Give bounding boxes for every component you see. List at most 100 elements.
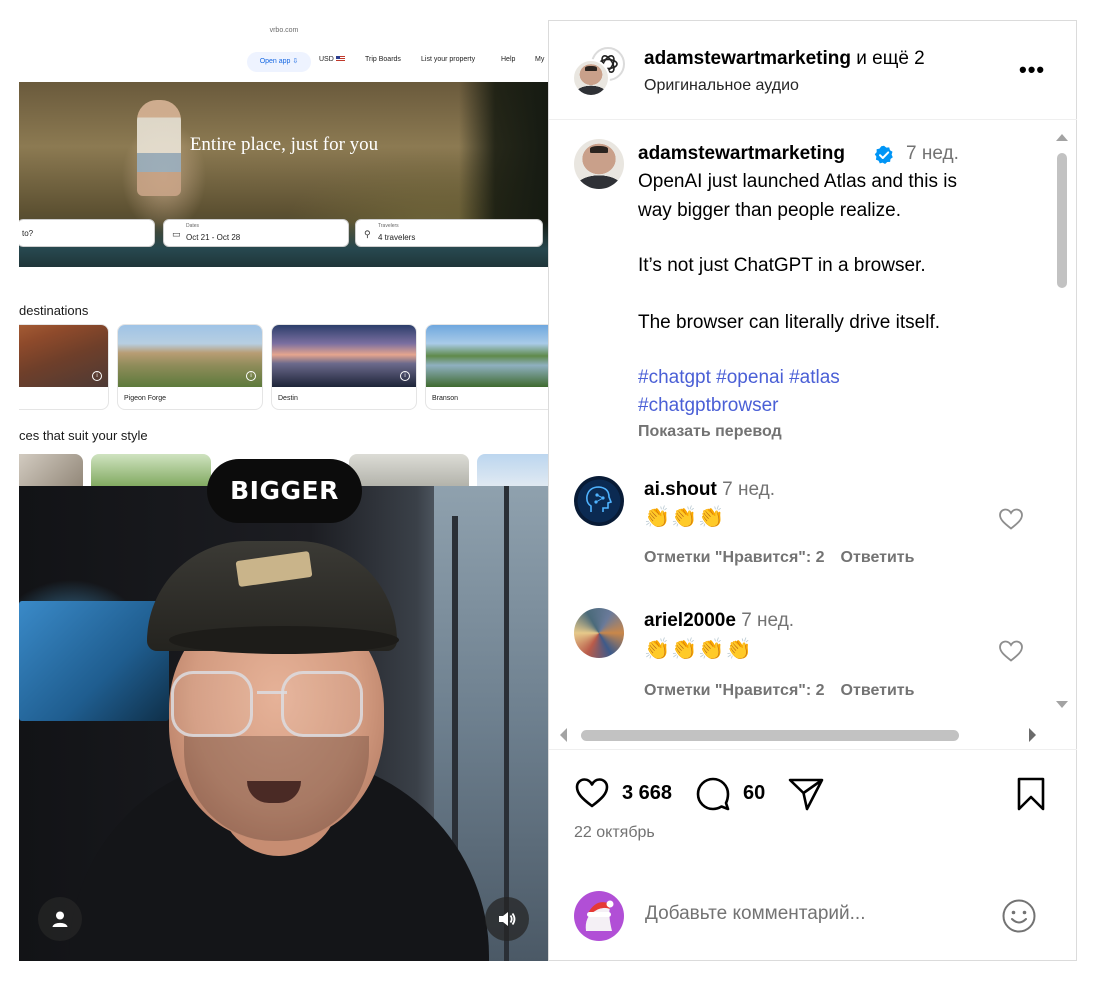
us-flag-icon (335, 56, 345, 63)
vrbo-destinations-heading: destinations (19, 303, 89, 318)
comment-username[interactable]: ariel2000e 7 нед. (644, 610, 794, 632)
comment-avatar[interactable] (574, 608, 624, 658)
comment-reply-button[interactable]: Ответить (841, 549, 915, 566)
ai-head-icon (586, 486, 613, 512)
comment-text: 👏👏👏👏 (644, 638, 753, 661)
info-icon: i (246, 371, 256, 381)
vrbo-hero-title: Entire place, just for you (189, 134, 379, 155)
vrbo-destination-card: i Destin (271, 324, 417, 410)
original-audio-link[interactable]: Оригинальное аудио (644, 77, 799, 95)
vrbo-style-card (349, 454, 469, 486)
comments-scroll-area[interactable]: adamstewartmarketing 7 нед. OpenAI just … (549, 121, 1077, 749)
add-comment-input[interactable]: Добавьте комментарий... (645, 903, 865, 925)
comment-meta: Отметки "Нравится": 2 Ответить (644, 682, 914, 700)
scroll-down-arrow-icon[interactable] (1054, 699, 1070, 711)
comment-bubble-icon[interactable] (695, 776, 731, 812)
vrbo-where-field: to? (19, 219, 155, 247)
info-icon: i (92, 371, 102, 381)
monitor-background (19, 601, 169, 721)
comments-count[interactable]: 60 (743, 782, 765, 805)
scroll-left-arrow-icon[interactable] (557, 726, 569, 744)
vrbo-open-app-button: Open app ⇩ (247, 52, 311, 72)
horizontal-scrollbar-thumb[interactable] (581, 730, 959, 741)
caption-line: way bigger than people realize. (638, 200, 902, 221)
post-panel: adamstewartmarketing и ещё 2 Оригинально… (549, 20, 1077, 961)
vrbo-my: My (535, 56, 545, 63)
vrbo-style-card (477, 454, 548, 486)
caption-line: It’s not just ChatGPT in a browser. (638, 255, 926, 276)
glasses-left-lens (171, 671, 253, 737)
comment-time[interactable]: 7 нед. (741, 610, 794, 631)
destination-name: Branson (432, 395, 459, 402)
caption-author-avatar[interactable] (574, 139, 624, 189)
vrbo-dates-field: ▭ Dates Oct 21 - Oct 28 (163, 219, 349, 247)
vrbo-travelers-field: ⚲ Travelers 4 travelers (355, 219, 543, 247)
post-authors-more[interactable]: и ещё 2 (851, 48, 925, 69)
vrbo-dates-label: Dates (186, 223, 200, 229)
comment-username-text[interactable]: ai.shout (644, 479, 717, 500)
vrbo-screen-recording: vrbo.com Open app ⇩ USD Trip Boards List… (19, 20, 548, 486)
vrbo-url: vrbo.com (269, 27, 299, 34)
vrbo-currency-label: USD (319, 56, 334, 63)
caption-line: The browser can literally drive itself. (638, 312, 940, 333)
comment-time[interactable]: 7 нед. (722, 479, 775, 500)
video-caption-overlay: BIGGER (207, 459, 362, 523)
vrbo-style-card (91, 454, 211, 486)
vrbo-style-card (19, 454, 83, 486)
caption-hashtags[interactable]: #chatgptbrowser (638, 395, 778, 417)
save-bookmark-icon[interactable] (1015, 776, 1047, 812)
person-icon: ⚲ (364, 229, 371, 239)
comment-username[interactable]: ai.shout 7 нед. (644, 479, 775, 501)
vrbo-open-app-label: Open app (259, 58, 291, 65)
caption-hashtags[interactable]: #chatgpt #openai #atlas (638, 367, 840, 389)
glasses-bridge (257, 691, 287, 694)
webcam-footage (19, 486, 548, 961)
vrbo-style-heading: ces that suit your style (19, 428, 148, 443)
vertical-scrollbar-thumb[interactable] (1057, 153, 1067, 288)
comment-avatar[interactable] (574, 476, 624, 526)
caption-time[interactable]: 7 нед. (906, 143, 959, 165)
vrbo-destination-card: Branson (425, 324, 548, 410)
share-send-icon[interactable] (787, 776, 825, 812)
vrbo-nav: Open app ⇩ USD Trip Boards List your pro… (19, 48, 548, 78)
info-icon: i (400, 371, 410, 381)
comment-like-heart-icon[interactable] (998, 639, 1024, 663)
likes-count[interactable]: 3 668 (622, 782, 672, 805)
caption-line: OpenAI just launched Atlas and this is (638, 171, 957, 192)
more-options-button[interactable]: ••• (1019, 57, 1045, 83)
vrbo-dates-value: Oct 21 - Oct 28 (186, 233, 241, 242)
like-heart-icon[interactable] (574, 776, 610, 810)
destination-image (118, 325, 262, 387)
author-avatar[interactable] (572, 59, 610, 97)
comment-username-text[interactable]: ariel2000e (644, 610, 736, 631)
comment-likes[interactable]: Отметки "Нравится": 2 (644, 682, 825, 699)
emoji-picker-icon[interactable] (1001, 898, 1037, 934)
sound-toggle-button[interactable] (485, 897, 529, 941)
post-author-username[interactable]: adamstewartmarketing (644, 48, 851, 69)
comment-text: 👏👏👏 (644, 506, 726, 529)
post-date[interactable]: 22 октябрь (574, 824, 655, 842)
vrbo-destination-card: i (19, 324, 109, 410)
download-icon: ⇩ (292, 58, 299, 65)
comment-like-heart-icon[interactable] (998, 507, 1024, 531)
vrbo-where-value: to? (22, 229, 34, 238)
caption-username[interactable]: adamstewartmarketing (638, 143, 845, 165)
scroll-right-arrow-icon[interactable] (1027, 726, 1039, 744)
presenter-cap-brim (169, 626, 399, 654)
santa-hat-avatar-icon (585, 900, 614, 931)
current-user-avatar[interactable] (574, 891, 624, 941)
comment-meta: Отметки "Нравится": 2 Ответить (644, 549, 914, 567)
verified-badge-icon (874, 145, 893, 164)
calendar-icon: ▭ (172, 229, 181, 239)
post-header: adamstewartmarketing и ещё 2 Оригинально… (549, 21, 1077, 120)
scroll-up-arrow-icon[interactable] (1054, 131, 1070, 143)
horizontal-scrollbar[interactable] (557, 726, 1047, 744)
reel-video[interactable]: vrbo.com Open app ⇩ USD Trip Boards List… (19, 20, 549, 961)
comment-likes[interactable]: Отметки "Нравится": 2 (644, 549, 825, 566)
destination-image (272, 325, 416, 387)
comment-reply-button[interactable]: Ответить (841, 682, 915, 699)
vertical-scrollbar[interactable] (1054, 131, 1070, 711)
show-translation-button[interactable]: Показать перевод (638, 423, 782, 441)
profile-tag-button[interactable] (38, 897, 82, 941)
post-authors[interactable]: adamstewartmarketing и ещё 2 (644, 48, 925, 70)
